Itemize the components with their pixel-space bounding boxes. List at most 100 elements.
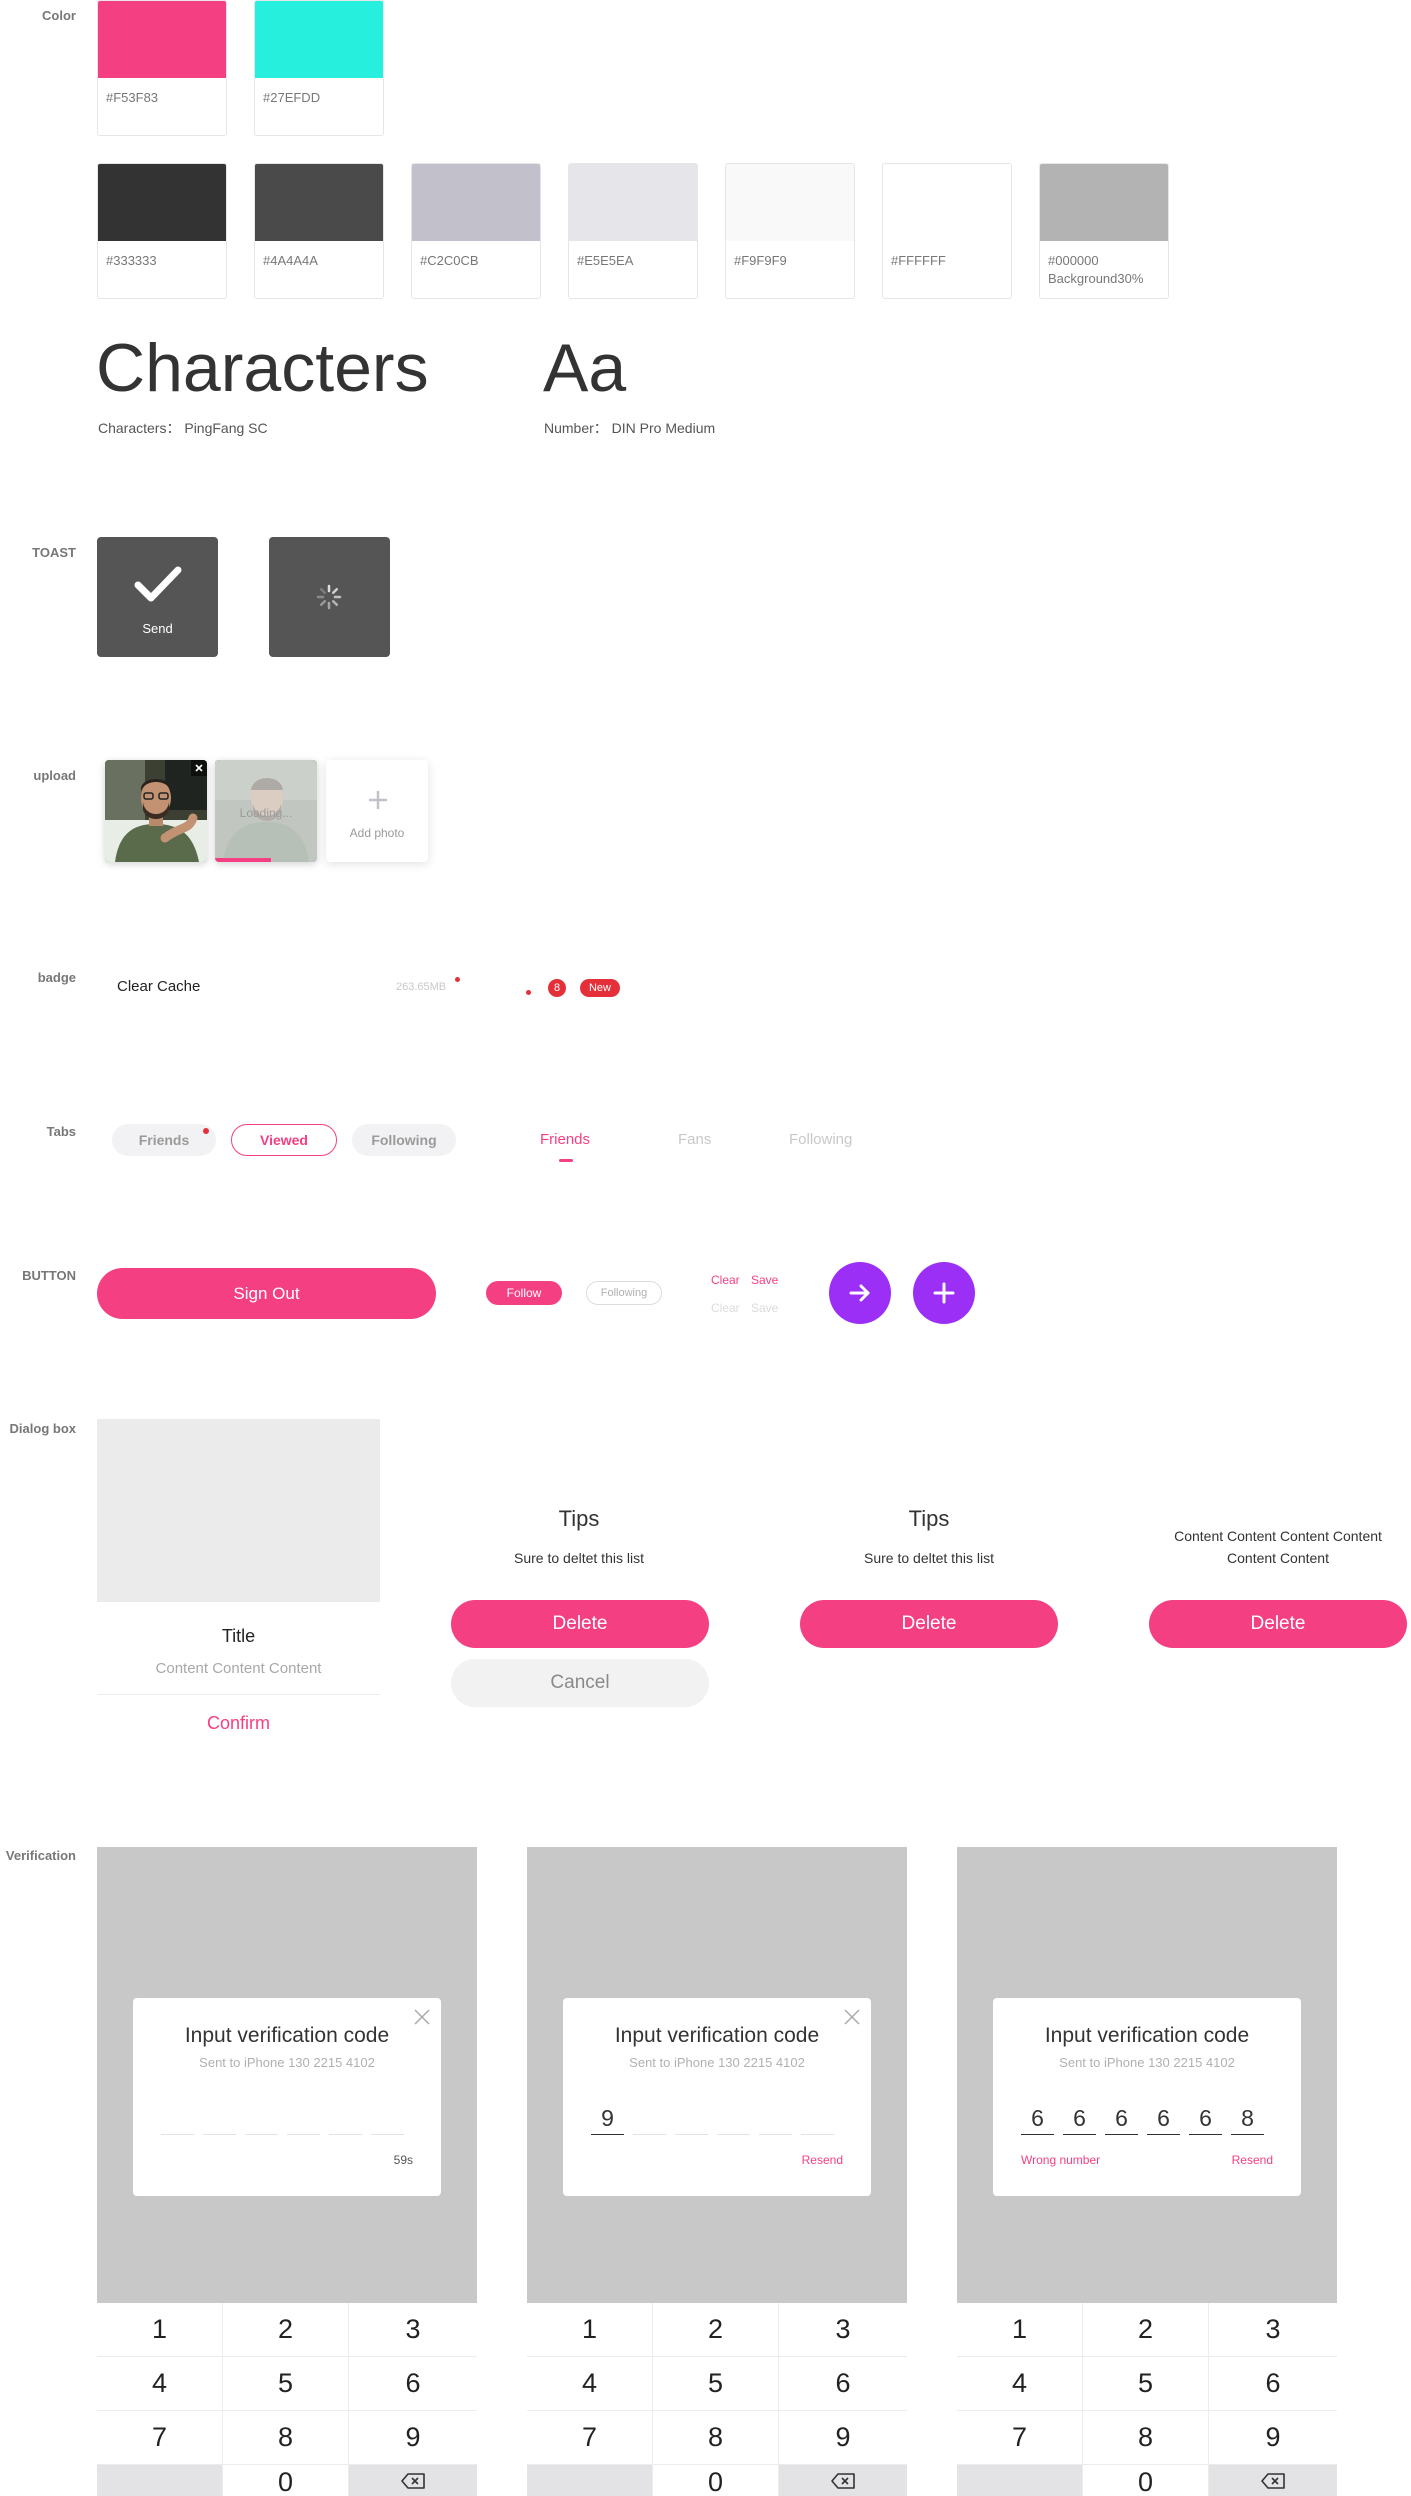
- cancel-button[interactable]: Cancel: [451, 1659, 709, 1707]
- key-8[interactable]: 8: [223, 2411, 349, 2465]
- number-keypad: 1 2 3 4 5 6 7 8 9 0: [957, 2303, 1337, 2496]
- follow-button[interactable]: Follow: [486, 1281, 562, 1305]
- color-swatch-ffffff: #FFFFFF: [882, 163, 1012, 299]
- key-2[interactable]: 2: [653, 2303, 779, 2357]
- clear-button[interactable]: Clear: [711, 1273, 740, 1287]
- key-3[interactable]: 3: [1209, 2303, 1337, 2357]
- key-9[interactable]: 9: [779, 2411, 907, 2465]
- code-digit-input[interactable]: [245, 2101, 278, 2135]
- section-label-dialog: Dialog box: [9, 1421, 76, 1436]
- toast-label: Send: [142, 621, 173, 636]
- delete-button[interactable]: Delete: [1149, 1600, 1407, 1648]
- dialog-title: Title: [221, 1626, 256, 1646]
- next-circle-button[interactable]: [829, 1262, 891, 1324]
- following-button[interactable]: Following: [586, 1281, 662, 1305]
- confirm-button[interactable]: Confirm: [97, 1713, 380, 1734]
- verification-sent-to: Sent to iPhone 130 2215 4102: [199, 2055, 375, 2070]
- key-7[interactable]: 7: [97, 2411, 223, 2465]
- close-icon: [195, 764, 203, 772]
- verification-title: Input verification code: [1044, 2024, 1250, 2047]
- key-backspace[interactable]: [349, 2465, 477, 2496]
- key-6[interactable]: 6: [1209, 2357, 1337, 2411]
- code-digit-input[interactable]: 6: [1021, 2101, 1054, 2135]
- key-0[interactable]: 0: [223, 2465, 349, 2496]
- resend-link[interactable]: Resend: [802, 2153, 843, 2167]
- color-chip: [883, 164, 1011, 241]
- key-2[interactable]: 2: [223, 2303, 349, 2357]
- tab-fans[interactable]: Fans: [678, 1131, 711, 1148]
- key-6[interactable]: 6: [779, 2357, 907, 2411]
- color-chip: [412, 164, 540, 241]
- code-digit-input[interactable]: 8: [1231, 2101, 1264, 2135]
- code-digit-input[interactable]: 6: [1147, 2101, 1180, 2135]
- code-digit-input[interactable]: [633, 2101, 666, 2135]
- key-2[interactable]: 2: [1083, 2303, 1209, 2357]
- code-digit-input[interactable]: [161, 2101, 194, 2135]
- verification-dialog: Input verification code Sent to iPhone 1…: [563, 1998, 871, 2196]
- verification-sent-to: Sent to iPhone 130 2215 4102: [1059, 2055, 1235, 2070]
- code-digit-input[interactable]: [675, 2101, 708, 2135]
- code-digit-input[interactable]: 6: [1189, 2101, 1222, 2135]
- code-digit-input[interactable]: [203, 2101, 236, 2135]
- key-7[interactable]: 7: [527, 2411, 653, 2465]
- add-circle-button[interactable]: [913, 1262, 975, 1324]
- sign-out-button[interactable]: Sign Out: [97, 1268, 436, 1319]
- color-code-note: Background30%: [1048, 271, 1144, 286]
- key-blank: [957, 2465, 1083, 2496]
- code-digit-input[interactable]: [287, 2101, 320, 2135]
- key-6[interactable]: 6: [349, 2357, 477, 2411]
- resend-link[interactable]: Resend: [1232, 2153, 1273, 2167]
- tab-following[interactable]: Following: [789, 1131, 852, 1148]
- tab-viewed-pill[interactable]: Viewed: [231, 1124, 337, 1156]
- delete-button[interactable]: Delete: [451, 1600, 709, 1648]
- key-4[interactable]: 4: [97, 2357, 223, 2411]
- tab-friends-pill[interactable]: Friends: [112, 1124, 216, 1156]
- key-backspace[interactable]: [1209, 2465, 1337, 2496]
- key-9[interactable]: 9: [349, 2411, 477, 2465]
- color-code-hex: #000000: [1048, 253, 1099, 268]
- code-digit-input[interactable]: 9: [591, 2101, 624, 2135]
- uploading-photo: Loading...: [215, 760, 317, 862]
- clear-cache-label[interactable]: Clear Cache: [117, 978, 200, 995]
- key-backspace[interactable]: [779, 2465, 907, 2496]
- tab-following-pill[interactable]: Following: [352, 1124, 456, 1156]
- backspace-icon: [1261, 2472, 1285, 2489]
- key-9[interactable]: 9: [1209, 2411, 1337, 2465]
- key-1[interactable]: 1: [957, 2303, 1083, 2357]
- code-digit-input[interactable]: 6: [1063, 2101, 1096, 2135]
- code-digit-input[interactable]: 6: [1105, 2101, 1138, 2135]
- key-5[interactable]: 5: [223, 2357, 349, 2411]
- key-5[interactable]: 5: [653, 2357, 779, 2411]
- key-4[interactable]: 4: [957, 2357, 1083, 2411]
- key-0[interactable]: 0: [1083, 2465, 1209, 2496]
- delete-button[interactable]: Delete: [800, 1600, 1058, 1648]
- number-note: Number： DIN Pro Medium: [544, 420, 716, 436]
- key-3[interactable]: 3: [779, 2303, 907, 2357]
- key-1[interactable]: 1: [97, 2303, 223, 2357]
- code-digit-input[interactable]: [717, 2101, 750, 2135]
- color-chip: [255, 164, 383, 241]
- color-chip: [726, 164, 854, 241]
- key-7[interactable]: 7: [957, 2411, 1083, 2465]
- color-code: #F53F83: [106, 90, 159, 105]
- tab-friends[interactable]: Friends: [540, 1131, 590, 1148]
- key-4[interactable]: 4: [527, 2357, 653, 2411]
- arrow-right-icon: [849, 1284, 870, 1302]
- uploaded-photo[interactable]: [105, 760, 207, 862]
- dialog-tips-title: Tips: [908, 1506, 950, 1531]
- code-digit-input[interactable]: [801, 2101, 834, 2135]
- key-5[interactable]: 5: [1083, 2357, 1209, 2411]
- add-photo-button[interactable]: Add photo: [326, 760, 428, 862]
- remove-photo-button[interactable]: [191, 760, 207, 776]
- save-button[interactable]: Save: [751, 1273, 778, 1287]
- key-8[interactable]: 8: [1083, 2411, 1209, 2465]
- key-0[interactable]: 0: [653, 2465, 779, 2496]
- verification-title: Input verification code: [614, 2024, 820, 2047]
- key-3[interactable]: 3: [349, 2303, 477, 2357]
- key-1[interactable]: 1: [527, 2303, 653, 2357]
- key-8[interactable]: 8: [653, 2411, 779, 2465]
- code-digit-input[interactable]: [329, 2101, 362, 2135]
- color-swatch-secondary: #27EFDD: [254, 0, 384, 136]
- code-digit-input[interactable]: [759, 2101, 792, 2135]
- code-digit-input[interactable]: [371, 2101, 404, 2135]
